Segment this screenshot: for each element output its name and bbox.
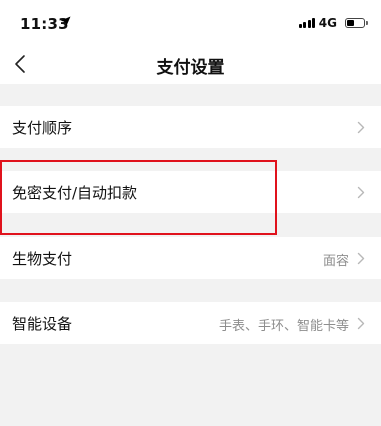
settings-item-value: 面容 [322,254,349,269]
settings-item-label: 支付顺序 [12,119,73,137]
settings-item-label: 智能设备 [12,315,73,333]
settings-item-payment-order[interactable]: 支付顺序 [0,106,381,148]
nav-bar: 支付设置 [0,44,381,84]
chevron-right-icon [357,186,365,199]
location-arrow-icon [60,16,71,27]
settings-item-smart-devices[interactable]: 智能设备 手表、手环、智能卡等 [0,302,381,344]
status-bar: 11:33 4G [0,0,381,44]
settings-item-value: 手表、手环、智能卡等 [218,319,349,334]
settings-item-biometric-payment[interactable]: 生物支付 面容 [0,237,381,279]
settings-item-label: 生物支付 [12,250,73,268]
signal-icon [298,18,315,28]
chevron-right-icon [357,121,365,134]
network-type: 4G [318,16,337,30]
settings-item-label: 免密支付/自动扣款 [12,184,138,202]
chevron-right-icon [357,252,365,265]
chevron-right-icon [357,317,365,330]
page-title: 支付设置 [156,58,225,78]
settings-item-password-free-payment[interactable]: 免密支付/自动扣款 [0,171,381,213]
battery-icon [345,18,368,28]
